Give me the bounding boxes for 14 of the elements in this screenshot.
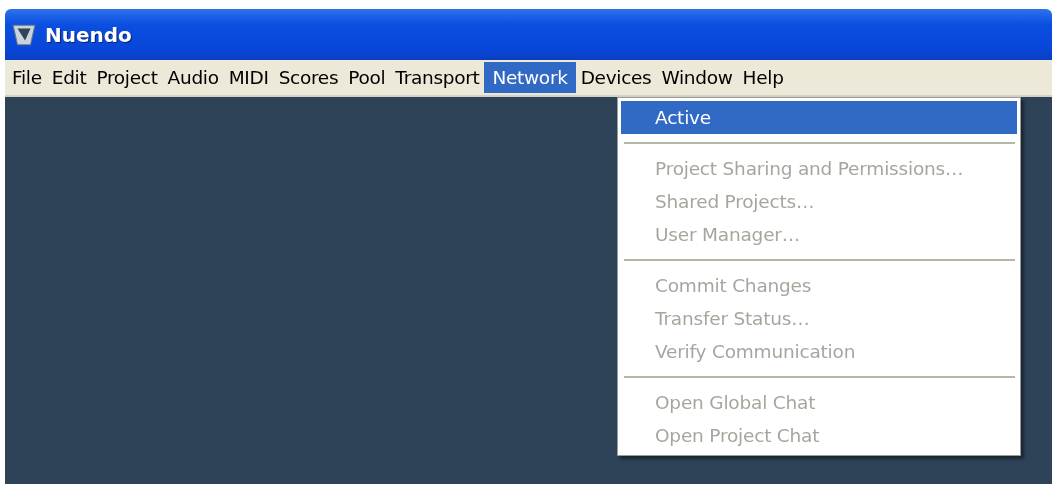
menu-bar-item[interactable]: Scores: [273, 62, 344, 93]
menu-bar-item[interactable]: Window: [656, 62, 738, 93]
menu-bar-item[interactable]: Transport: [390, 62, 485, 93]
menu-bar-item[interactable]: MIDI: [223, 62, 274, 93]
menu-bar-item[interactable]: Project: [91, 62, 163, 93]
menu-bar-item[interactable]: Devices: [575, 62, 657, 93]
menu-bar-item[interactable]: Audio: [162, 62, 224, 93]
window-title: Nuendo: [45, 22, 132, 47]
menu-bar-item[interactable]: Network: [484, 62, 576, 93]
menu-bar-item[interactable]: Help: [737, 62, 789, 93]
menu-item[interactable]: Active: [621, 101, 1017, 134]
menu-bar-item[interactable]: Pool: [343, 62, 391, 93]
menu-bar-item[interactable]: File: [7, 62, 47, 93]
menu-bar-item[interactable]: Edit: [46, 62, 92, 93]
